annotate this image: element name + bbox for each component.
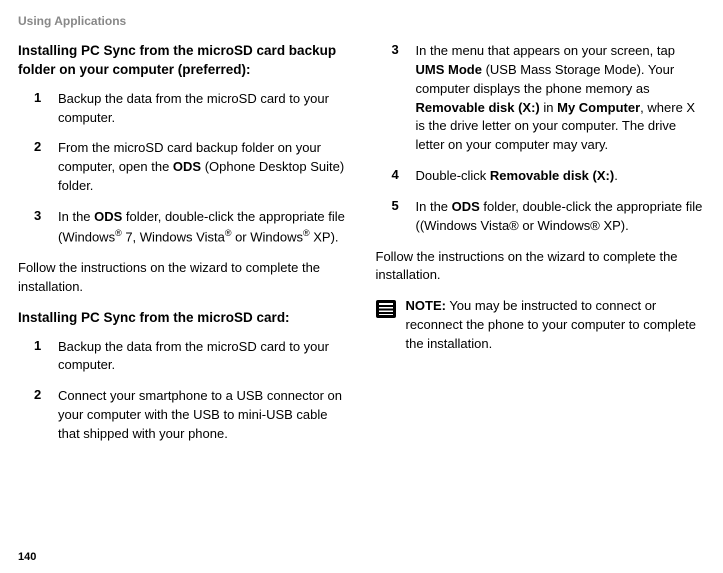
list-item: 3 In the ODS folder, double-click the ap… — [34, 208, 346, 247]
section-title-1: Installing PC Sync from the microSD card… — [18, 42, 346, 80]
list-item: 5 In the ODS folder, double-click the ap… — [392, 198, 704, 236]
item-text: Backup the data from the microSD card to… — [58, 338, 346, 376]
bold-text: UMS Mode — [416, 62, 482, 77]
item-text: Connect your smartphone to a USB connect… — [58, 387, 346, 444]
item-text: In the menu that appears on your screen,… — [416, 42, 704, 155]
item-text: Backup the data from the microSD card to… — [58, 90, 346, 128]
text: or Windows — [231, 229, 303, 244]
left-column: Installing PC Sync from the microSD card… — [18, 42, 346, 456]
text: XP). — [310, 229, 339, 244]
note-icon — [376, 300, 396, 318]
item-text: In the ODS folder, double-click the appr… — [58, 208, 346, 247]
text: 7, Windows Vista — [122, 229, 225, 244]
item-text: Double-click Removable disk (X:). — [416, 167, 704, 186]
item-number: 4 — [392, 167, 416, 186]
bold-text: My Computer — [557, 100, 640, 115]
page-number: 140 — [18, 551, 36, 563]
text: In the — [416, 199, 452, 214]
bold-text: ODS — [173, 159, 201, 174]
item-number: 3 — [392, 42, 416, 155]
note-text: NOTE: You may be instructed to connect o… — [406, 297, 704, 354]
bold-text: ODS — [94, 209, 122, 224]
bold-text: Removable disk (X:) — [416, 100, 540, 115]
text: in — [540, 100, 557, 115]
item-number: 2 — [34, 387, 58, 444]
item-text: From the microSD card backup folder on y… — [58, 139, 346, 196]
note-label: NOTE: — [406, 298, 446, 313]
list-item: 1 Backup the data from the microSD card … — [34, 90, 346, 128]
list-item: 2 From the microSD card backup folder on… — [34, 139, 346, 196]
item-number: 3 — [34, 208, 58, 247]
note-block: NOTE: You may be instructed to connect o… — [376, 297, 704, 354]
list-item: 2 Connect your smartphone to a USB conne… — [34, 387, 346, 444]
text: In the menu that appears on your screen,… — [416, 43, 675, 58]
bold-text: Removable disk (X:) — [490, 168, 614, 183]
registered-mark: ® — [115, 228, 122, 238]
item-number: 1 — [34, 90, 58, 128]
bold-text: ODS — [452, 199, 480, 214]
item-number: 5 — [392, 198, 416, 236]
text: Double-click — [416, 168, 490, 183]
list-item: 3 In the menu that appears on your scree… — [392, 42, 704, 155]
paragraph: Follow the instructions on the wizard to… — [18, 259, 346, 297]
chapter-header: Using Applications — [18, 14, 703, 28]
item-number: 1 — [34, 338, 58, 376]
text: In the — [58, 209, 94, 224]
right-column: 3 In the menu that appears on your scree… — [376, 42, 704, 456]
item-text: In the ODS folder, double-click the appr… — [416, 198, 704, 236]
item-number: 2 — [34, 139, 58, 196]
list-item: 1 Backup the data from the microSD card … — [34, 338, 346, 376]
paragraph: Follow the instructions on the wizard to… — [376, 248, 704, 286]
two-column-layout: Installing PC Sync from the microSD card… — [18, 42, 703, 456]
text: You may be instructed to connect or reco… — [406, 298, 697, 351]
registered-mark: ® — [303, 228, 310, 238]
list-item: 4 Double-click Removable disk (X:). — [392, 167, 704, 186]
text: . — [614, 168, 618, 183]
section-title-2: Installing PC Sync from the microSD card… — [18, 309, 346, 328]
